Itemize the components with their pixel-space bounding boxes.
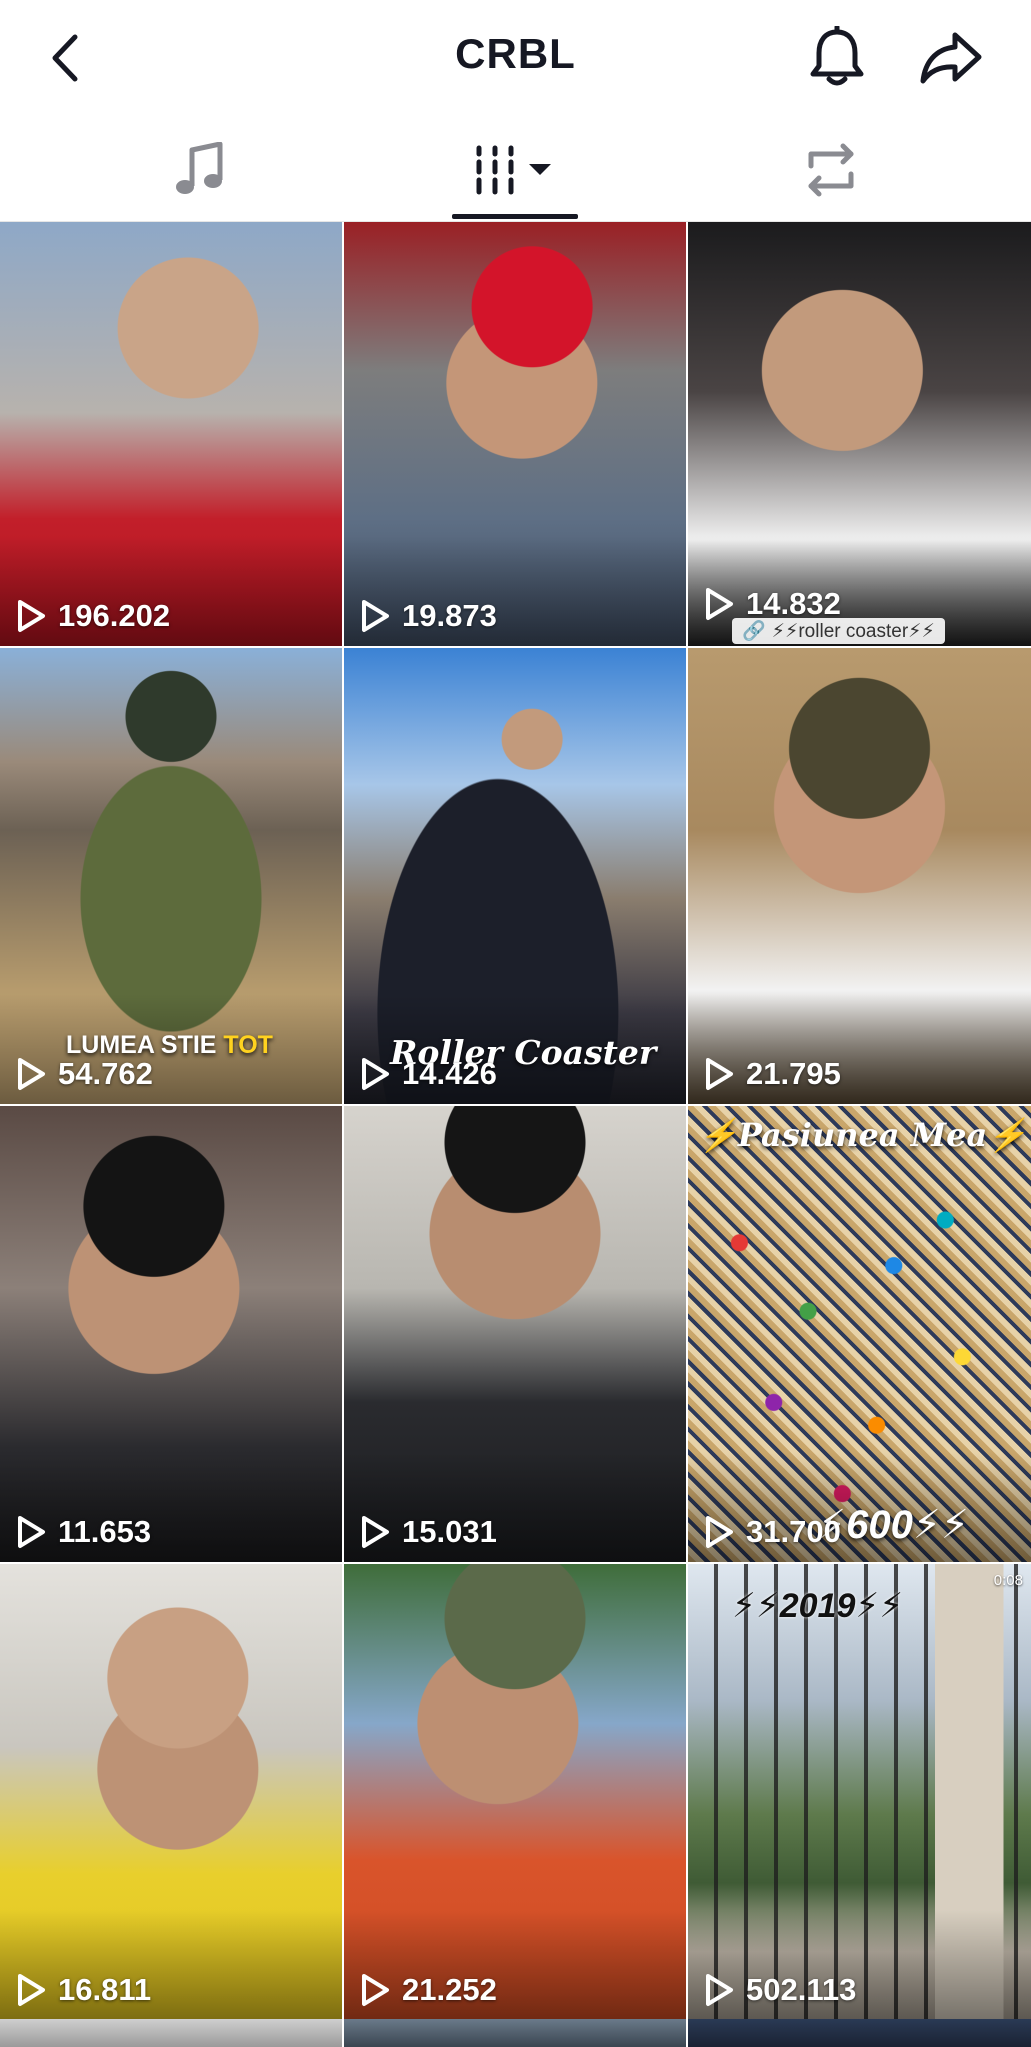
view-count: 196.202 (16, 596, 170, 636)
view-count: 31.700 (704, 1512, 841, 1552)
play-icon (362, 1058, 389, 1090)
notification-bell-button[interactable] (805, 22, 869, 92)
play-icon (706, 1974, 733, 2006)
view-count-text: 21.795 (746, 1056, 841, 1091)
video-tile[interactable]: 19.873 (344, 222, 686, 646)
view-count-text: 16.811 (58, 1972, 152, 2007)
video-tile[interactable]: 21.795 (688, 648, 1031, 1104)
play-icon (18, 1058, 45, 1090)
view-count-text: 31.700 (746, 1514, 841, 1549)
play-icon (706, 588, 733, 620)
profile-header: CRBL (0, 0, 1031, 118)
page-title: CRBL (455, 30, 576, 77)
play-icon (706, 1516, 733, 1548)
video-tile[interactable]: 0:08 ⚡⚡2019⚡⚡ 502.113 (688, 1564, 1031, 2020)
video-tile[interactable]: Roller Coaster 14.426 (344, 648, 686, 1104)
video-tile[interactable]: 14.832 🔗 ⚡⚡roller coaster⚡⚡ (688, 222, 1031, 646)
profile-tabs (0, 118, 1031, 222)
video-thumbnail (688, 2019, 1031, 2047)
share-button[interactable] (915, 22, 987, 92)
linked-sound-chip[interactable]: 🔗 ⚡⚡roller coaster⚡⚡ (732, 618, 945, 644)
video-tile[interactable]: 196.202 (0, 222, 342, 646)
view-count-text: 502.113 (746, 1972, 857, 2007)
video-tile[interactable] (688, 2019, 1031, 2047)
video-tile[interactable]: 16.811 (0, 1564, 342, 2020)
view-count-text: 14.426 (402, 1056, 497, 1091)
view-count: 19.873 (360, 596, 497, 636)
video-thumbnail (0, 2019, 342, 2047)
video-duration: 0:08 (993, 1572, 1023, 1589)
view-count: 54.762 (16, 1054, 153, 1094)
view-count-text: 11.653 (58, 1514, 152, 1549)
view-count-text: 196.202 (58, 598, 171, 633)
active-tab-indicator (452, 214, 578, 219)
video-tile[interactable]: ⚡Pasiunea Mea⚡ ⚡600⚡⚡ 31.700 (688, 1106, 1031, 1562)
video-tile[interactable] (344, 2019, 686, 2047)
play-icon (362, 1516, 389, 1548)
video-caption-top: ⚡⚡2019⚡⚡ (732, 1587, 904, 1625)
view-count: 502.113 (704, 1970, 856, 2010)
play-icon (18, 1974, 45, 2006)
view-count-text: 21.252 (402, 1972, 497, 2007)
tab-videos[interactable] (415, 118, 615, 222)
link-icon: 🔗 (742, 621, 766, 642)
play-icon (706, 1058, 733, 1090)
view-count: 11.653 (16, 1512, 151, 1552)
tab-music[interactable] (99, 118, 299, 222)
play-icon (362, 1974, 389, 2006)
music-note-icon (176, 142, 223, 194)
view-count-text: 19.873 (402, 598, 497, 633)
linked-sound-label: ⚡⚡roller coaster⚡⚡ (771, 620, 935, 642)
view-count: 21.795 (704, 1054, 841, 1094)
grid-columns-icon (476, 145, 551, 195)
view-count-text: 15.031 (402, 1514, 497, 1549)
tab-reposts[interactable] (731, 118, 931, 222)
play-icon (18, 1516, 45, 1548)
video-tile[interactable]: 11.653 (0, 1106, 342, 1562)
view-count: 15.031 (360, 1512, 497, 1552)
video-caption-top: ⚡Pasiunea Mea⚡ (698, 1116, 1028, 1154)
video-tile[interactable] (0, 2019, 342, 2047)
video-tile[interactable]: LUMEA STIE TOT 54.762 (0, 648, 342, 1104)
share-arrow-icon (920, 32, 982, 84)
view-count: 21.252 (360, 1970, 497, 2010)
video-tile[interactable]: 15.031 (344, 1106, 686, 1562)
view-count: 14.426 (360, 1054, 497, 1094)
video-thumbnail (344, 2019, 686, 2047)
play-icon (362, 600, 389, 632)
view-count-text: 14.832 (746, 586, 841, 621)
repost-icon (808, 143, 854, 197)
view-count-text: 54.762 (58, 1056, 153, 1091)
play-icon (18, 600, 45, 632)
bell-icon (810, 26, 864, 86)
video-grid: 196.202 19.873 14.832 🔗 ⚡⚡roller coaster… (0, 222, 1031, 2047)
video-tile[interactable]: 21.252 (344, 1564, 686, 2020)
view-count: 16.811 (16, 1970, 151, 2010)
